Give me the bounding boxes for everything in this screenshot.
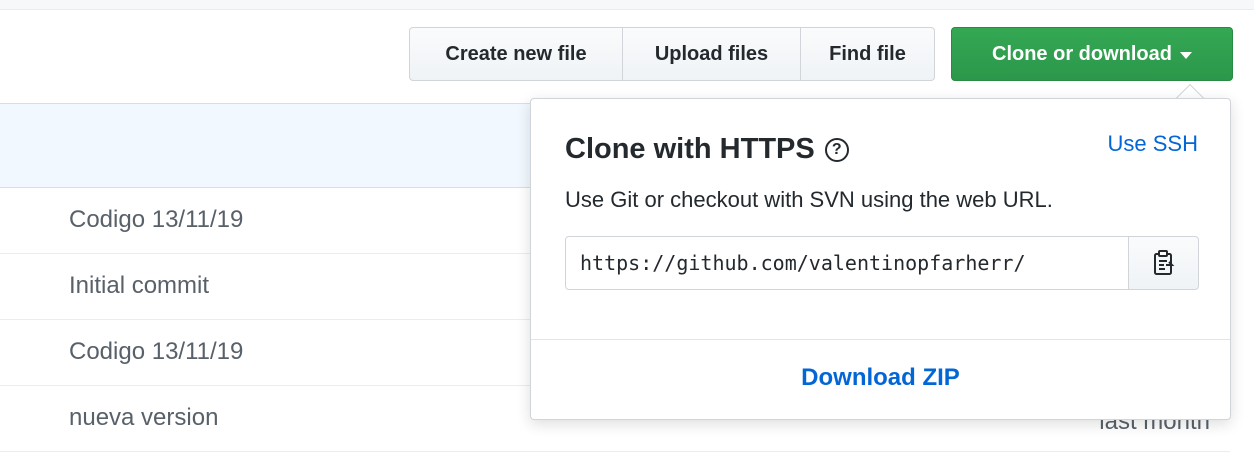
use-ssh-link[interactable]: Use SSH — [1108, 131, 1198, 157]
upload-files-button[interactable]: Upload files — [623, 27, 801, 81]
download-zip-link[interactable]: Download ZIP — [531, 364, 1230, 392]
dropdown-divider — [531, 339, 1230, 340]
clone-url-input[interactable] — [565, 236, 1129, 290]
clone-url-group — [565, 236, 1199, 290]
question-circle-icon[interactable]: ? — [824, 137, 849, 162]
commit-message-link[interactable]: Codigo 13/11/19 — [69, 338, 243, 366]
create-new-file-button[interactable]: Create new file — [409, 27, 623, 81]
clone-dropdown: Clone with HTTPS ? Use SSH Use Git or ch… — [530, 98, 1231, 420]
clone-description: Use Git or checkout with SVN using the w… — [565, 187, 1053, 212]
copy-url-button[interactable] — [1129, 236, 1199, 290]
find-file-button[interactable]: Find file — [801, 27, 935, 81]
clone-or-download-label: Clone or download — [992, 42, 1172, 65]
file-actions-group: Create new file Upload files Find file — [409, 27, 935, 81]
commit-message-link[interactable]: Codigo 13/11/19 — [69, 206, 243, 234]
clone-title: Clone with HTTPS ? — [565, 133, 849, 166]
clone-title-text: Clone with HTTPS — [565, 133, 815, 165]
commit-message-link[interactable]: Initial commit — [69, 272, 209, 300]
commit-message-link[interactable]: nueva version — [69, 404, 218, 432]
clipboard-icon — [1153, 250, 1174, 275]
top-border — [0, 0, 1254, 10]
clone-or-download-button[interactable]: Clone or download — [951, 27, 1233, 81]
caret-down-icon — [1180, 51, 1192, 59]
